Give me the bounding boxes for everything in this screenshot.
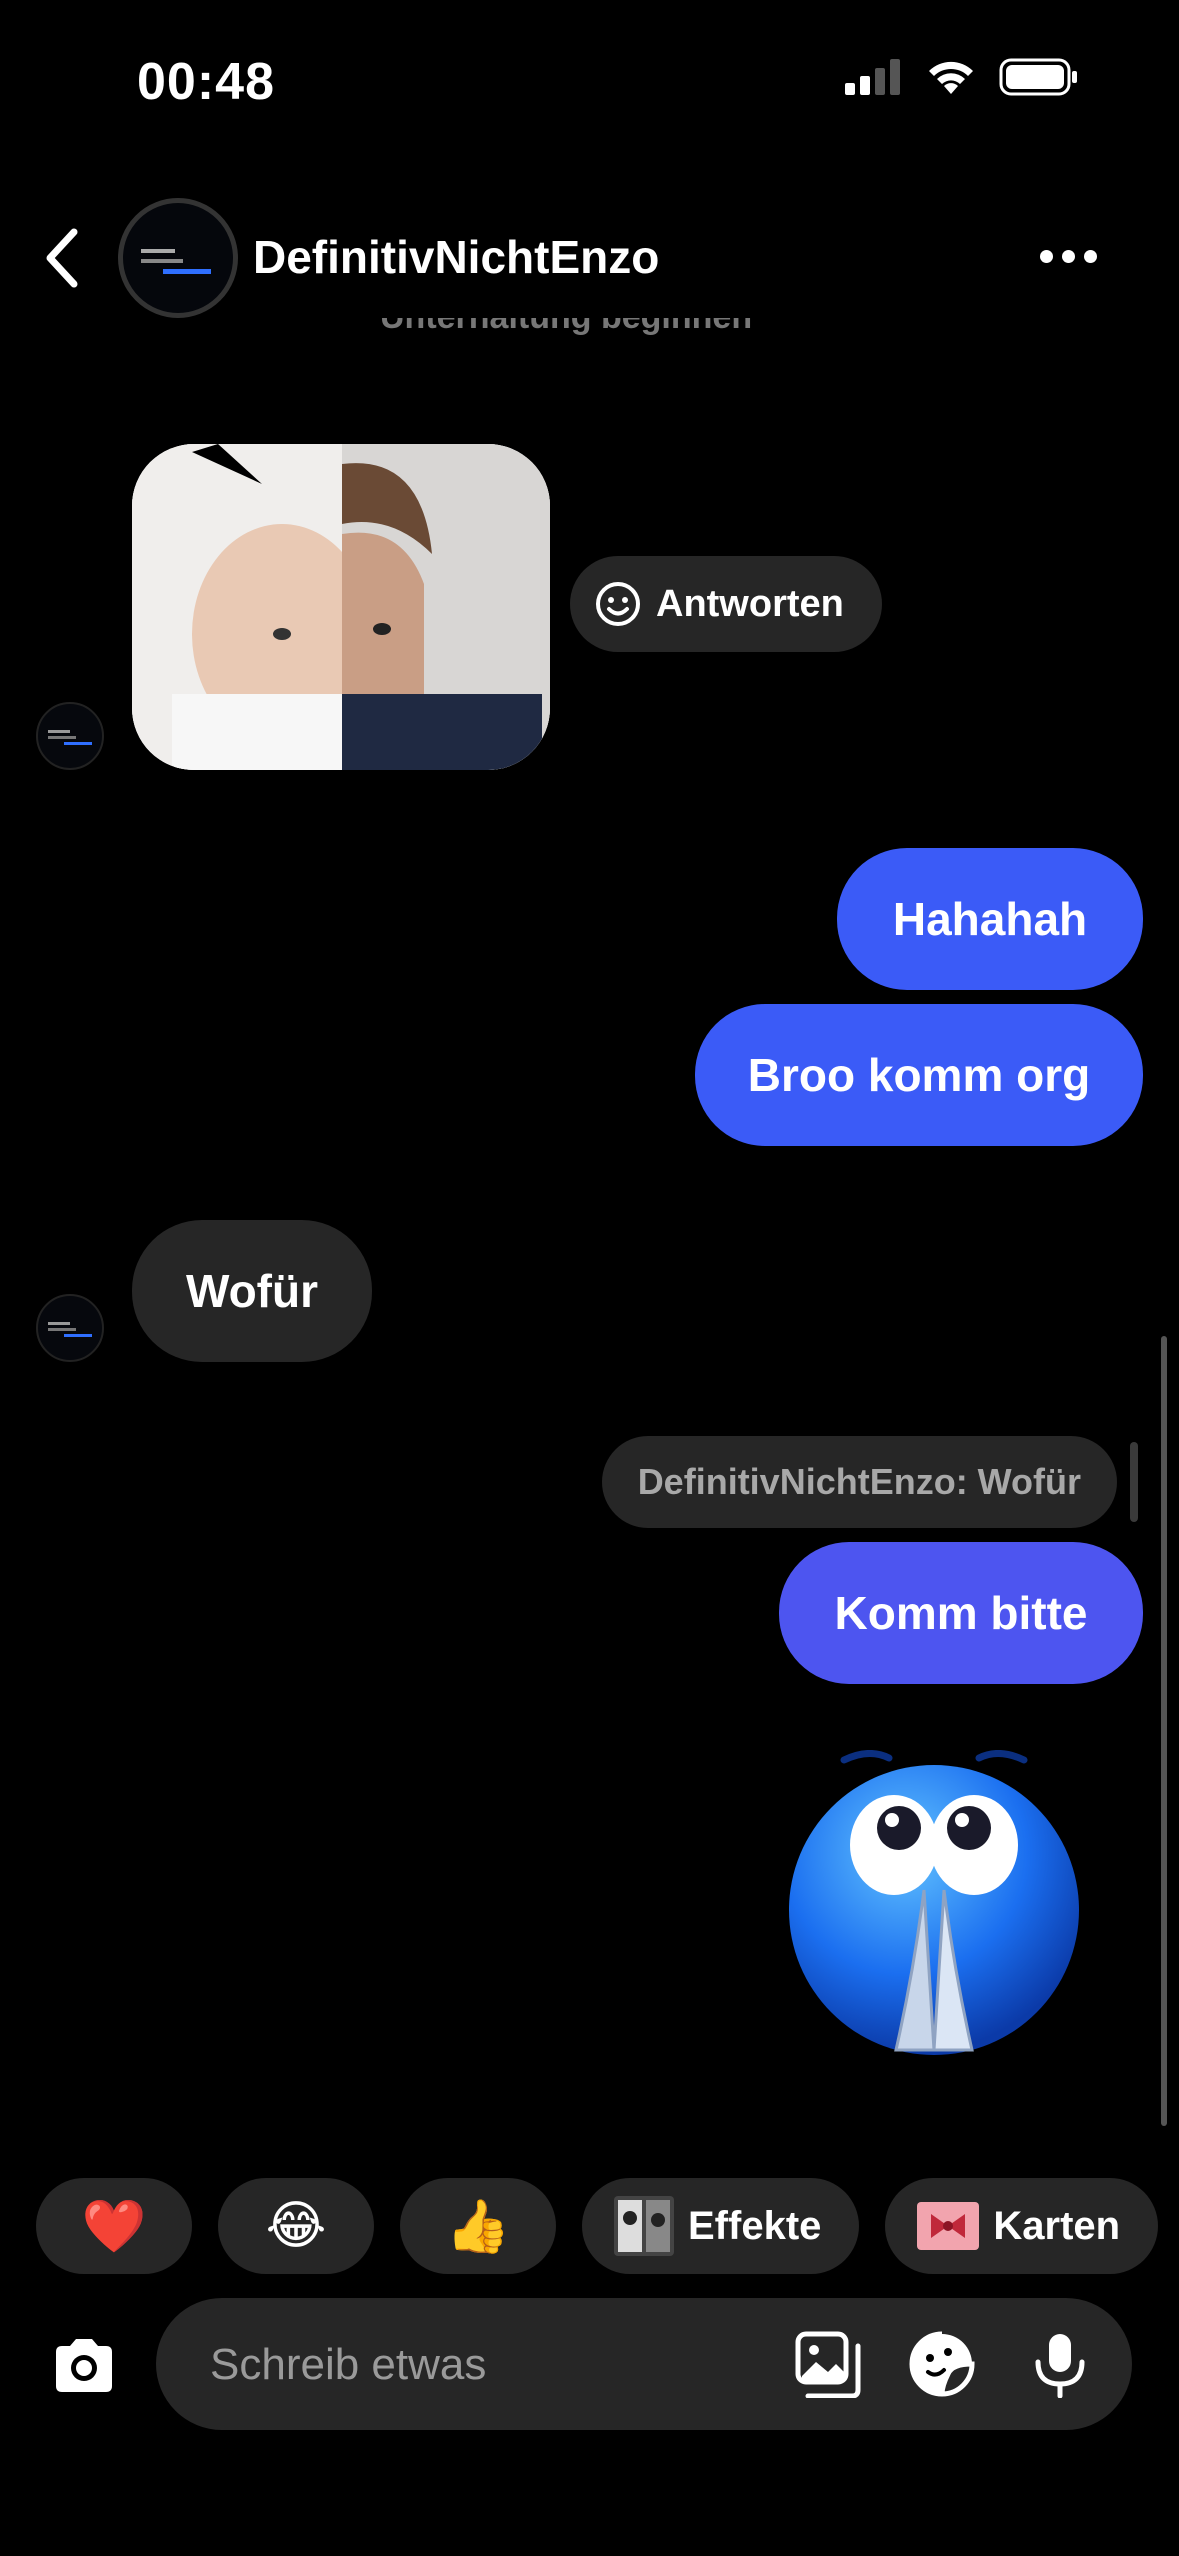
avatar-image [141, 249, 211, 274]
pleading-sticker[interactable] [784, 1750, 1084, 2070]
scrollbar[interactable] [1161, 1336, 1167, 2126]
mic-icon[interactable] [1026, 2330, 1094, 2398]
signal-icon [845, 59, 900, 95]
reply-quote-bar [1130, 1442, 1138, 1522]
camera-icon[interactable] [48, 2330, 120, 2402]
cards-label: Karten [993, 2203, 1121, 2248]
thumbs-up-reaction-button[interactable]: 👍 [400, 2178, 556, 2274]
reply-quote[interactable]: DefinitivNichtEnzo: Wofür [601, 1436, 1117, 1528]
reply-label: Antworten [656, 582, 844, 625]
chat-title[interactable]: DefinitivNichtEnzo [253, 230, 659, 284]
battery-icon [999, 58, 1077, 96]
message-bubble-in[interactable]: Wofür [132, 1220, 372, 1362]
message-bubble-out[interactable]: Komm bitte [779, 1542, 1143, 1684]
effects-icon [614, 2196, 674, 2256]
back-icon[interactable] [40, 226, 86, 290]
conversation-start-hint: Unterhaltung beginnen [380, 318, 752, 354]
wifi-icon [929, 61, 973, 94]
message-bubble-out[interactable]: Hahahah [837, 848, 1143, 990]
status-time: 00:48 [137, 53, 275, 111]
more-icon[interactable] [1040, 250, 1097, 263]
message-input[interactable]: Schreib etwas [210, 2340, 486, 2390]
laugh-reaction-button[interactable]: 😂 [218, 2178, 374, 2274]
cards-button[interactable]: Karten [885, 2178, 1159, 2274]
reply-button[interactable]: Antworten [570, 556, 882, 652]
gallery-icon[interactable] [794, 2330, 862, 2398]
smile-icon [596, 582, 640, 626]
heart-reaction-button[interactable]: ❤️ [36, 2178, 192, 2274]
message-bubble-out[interactable]: Broo komm org [695, 1004, 1143, 1146]
effects-label: Effekte [688, 2203, 822, 2248]
status-icons [845, 58, 1079, 96]
received-video-thumbnail[interactable] [132, 444, 550, 770]
gift-card-icon [917, 2202, 980, 2250]
sender-avatar[interactable] [36, 1294, 104, 1362]
sticker-icon[interactable] [908, 2330, 976, 2398]
header-avatar[interactable] [118, 198, 238, 318]
sender-avatar[interactable] [36, 702, 104, 770]
effects-button[interactable]: Effekte [582, 2178, 860, 2274]
quick-actions: ❤️ 😂 👍 Effekte Karten [36, 2178, 1159, 2274]
